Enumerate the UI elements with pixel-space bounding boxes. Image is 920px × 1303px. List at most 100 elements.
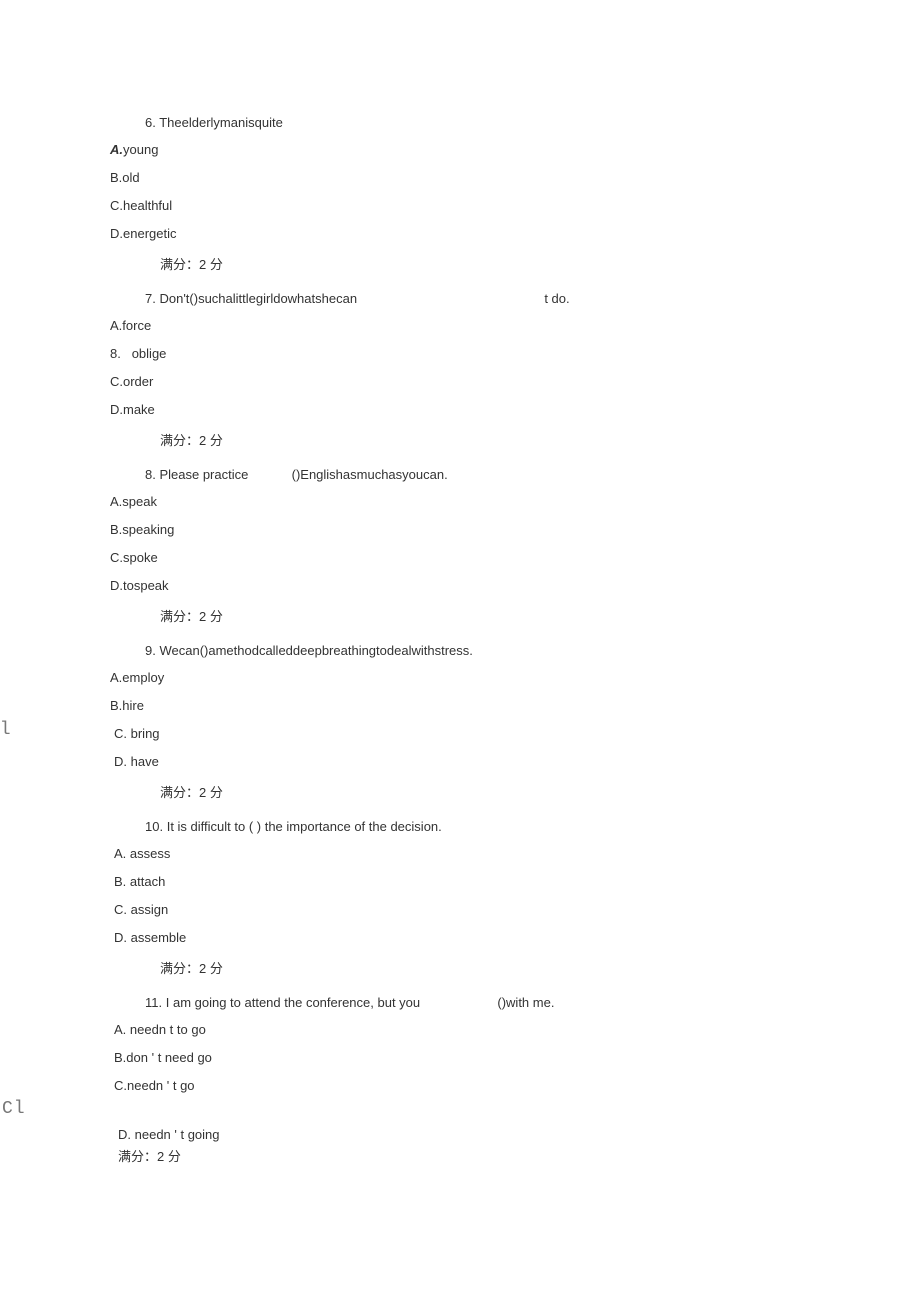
option-c: Cl C. bring [100,726,820,741]
option-text: oblige [132,346,167,361]
option-label: B. [110,698,122,713]
option-d: D.tospeak [100,578,820,593]
option-d: D. assemble [100,930,820,945]
option-b: B.old [100,170,820,185]
option-b: B.hire [100,698,820,713]
option-label: D. [110,402,123,417]
option-d: D.make [100,402,820,417]
option-label: C. [114,1078,127,1093]
option-label: B. [110,522,122,537]
question-body: I am going to attend the conference, but… [166,995,420,1010]
question-number: 9. [145,643,156,658]
option-label: B. [114,1050,126,1065]
option-label: 8. [110,346,121,361]
option-text: bring [131,726,160,741]
option-text: assemble [131,930,187,945]
option-label: C. [114,726,131,741]
question-7: 7. Don't()suchalittlegirldowhatshecan t … [100,291,820,449]
option-a: A.young [100,142,820,157]
option-label: D. [118,1127,135,1142]
question-text: 10. It is difficult to ( ) the importanc… [100,819,820,834]
option-label: C. [114,902,131,917]
option-text: needn ' t going [135,1127,220,1142]
question-6: 6. Theelderlymanisquite A.young B.old C.… [100,115,820,273]
option-d: D. needn ' t going [100,1127,820,1142]
option-d: D.energetic [100,226,820,241]
option-b: B.speaking [100,522,820,537]
question-body: Wecan()amethodcalleddeepbreathingtodealw… [159,643,472,658]
option-label: B. [110,170,122,185]
question-body: It is difficult to ( ) the importance of… [167,819,442,834]
option-label: A. [114,846,130,861]
question-number: 8. [145,467,156,482]
option-label: A. [110,494,122,509]
option-text: speaking [122,522,174,537]
question-text: 6. Theelderlymanisquite [100,115,820,130]
option-a: A.speak [100,494,820,509]
option-text: order [123,374,153,389]
score-line: 满分：2 分 [100,1146,820,1165]
option-label: D. [114,754,131,769]
option-text: assign [131,902,169,917]
option-text: needn t to go [130,1022,206,1037]
question-number: 7. [145,291,156,306]
option-text: spoke [123,550,158,565]
option-label: D. [114,930,131,945]
question-body: Theelderlymanisquite [159,115,283,130]
margin-annotation: Cl [2,1099,26,1119]
option-c: C.needn ' t go [100,1078,820,1093]
option-text: tospeak [123,578,169,593]
question-trail: ()with me. [497,995,554,1010]
option-label: C. [110,198,123,213]
question-text: 9. Wecan()amethodcalleddeepbreathingtode… [100,643,820,658]
option-c: C.order [100,374,820,389]
question-number: 11. [145,995,162,1010]
option-label: D. [110,578,123,593]
option-b: 8. oblige [100,346,820,361]
score-line: 满分：2 分 [100,606,820,625]
question-11: 11. I am going to attend the conference,… [100,995,820,1165]
option-text: needn ' t go [127,1078,195,1093]
question-number: 6. [145,115,156,130]
option-text: force [122,318,151,333]
option-label: A. [110,670,122,685]
option-d: D. have [100,754,820,769]
option-label: A. [114,1022,130,1037]
option-text: make [123,402,155,417]
option-text: employ [122,670,164,685]
option-text: assess [130,846,170,861]
question-body-b: ()Englishasmuchasyoucan. [292,467,448,482]
option-c: C.spoke [100,550,820,565]
question-trail: t do. [544,291,569,306]
score-line: 满分：2 分 [100,958,820,977]
option-text: old [122,170,139,185]
question-8: 8. Please practice ()Englishasmuchasyouc… [100,467,820,625]
option-a: A. needn t to go [100,1022,820,1037]
option-label: C. [110,374,123,389]
question-text: 7. Don't()suchalittlegirldowhatshecan t … [100,291,820,306]
margin-annotation: Cl [0,720,12,740]
option-label: B. [114,874,126,889]
question-9: 9. Wecan()amethodcalleddeepbreathingtode… [100,643,820,801]
score-line: 满分：2 分 [100,430,820,449]
question-10: 10. It is difficult to ( ) the importanc… [100,819,820,977]
margin-row: Cl [100,1099,820,1127]
option-b: B.don ' t need go [100,1050,820,1065]
option-c: C. assign [100,902,820,917]
question-body: Don't()suchalittlegirldowhatshecan [159,291,357,306]
option-text: young [123,142,158,157]
score-line: 满分：2 分 [100,254,820,273]
option-text: attach [130,874,165,889]
option-text: healthful [123,198,172,213]
option-text: have [131,754,159,769]
option-text: hire [122,698,144,713]
option-text: don ' t need go [126,1050,212,1065]
option-label: A. [110,142,123,157]
document-page: 6. Theelderlymanisquite A.young B.old C.… [0,0,920,1233]
option-text: speak [122,494,157,509]
question-body-a: Please practice [159,467,248,482]
option-a: A. assess [100,846,820,861]
option-text: energetic [123,226,176,241]
option-a: A.force [100,318,820,333]
option-c: C.healthful [100,198,820,213]
